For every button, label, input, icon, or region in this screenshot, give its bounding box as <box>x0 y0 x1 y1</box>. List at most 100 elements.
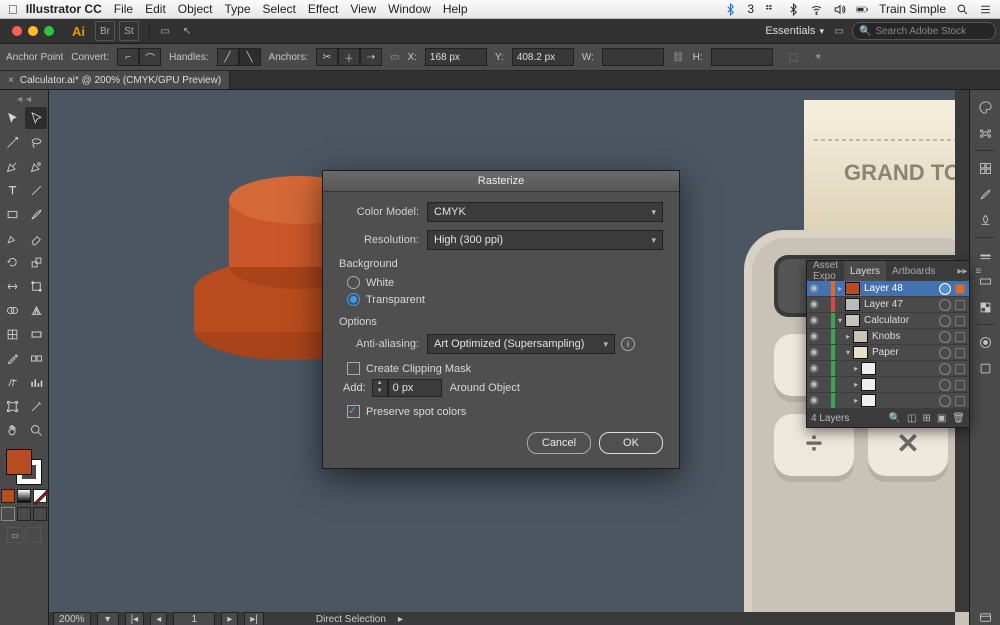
symbol-sprayer-tool[interactable] <box>1 371 23 393</box>
y-field[interactable]: 408.2 px <box>512 48 574 66</box>
target-icon[interactable] <box>939 395 951 407</box>
free-transform-tool[interactable] <box>25 275 47 297</box>
document-tab[interactable]: × Calculator.ai* @ 200% (CMYK/GPU Previe… <box>0 71 230 89</box>
layer-name[interactable]: Paper <box>872 347 935 358</box>
convert-smooth-button[interactable]: ⌒ <box>139 48 161 66</box>
zoom-dropdown-icon[interactable]: ▾ <box>97 612 119 625</box>
dropbox-icon[interactable] <box>764 3 777 16</box>
locate-object-icon[interactable]: 🔍 <box>889 413 901 424</box>
panel-swatches-icon[interactable] <box>976 159 994 177</box>
artboard-nav-prev-first[interactable]: |◂ <box>125 612 145 625</box>
layer-row[interactable]: ◉▾Paper <box>807 345 969 361</box>
apple-menu-icon[interactable]:  <box>8 2 18 17</box>
layer-row[interactable]: ◉▸ <box>807 377 969 393</box>
anchors-connect-button[interactable]: ⇢ <box>360 48 382 66</box>
selection-tool[interactable] <box>1 107 23 129</box>
visibility-toggle-icon[interactable]: ◉ <box>807 299 821 310</box>
rectangle-tool[interactable] <box>1 203 23 225</box>
artboard-nav-next-last[interactable]: ▸| <box>244 612 264 625</box>
preserve-spot-colors-checkbox[interactable]: Preserve spot colors <box>347 405 663 418</box>
color-mode-solid[interactable] <box>1 489 15 503</box>
draw-normal[interactable] <box>1 507 15 521</box>
zoom-level[interactable]: 200% <box>53 612 91 625</box>
stock-icon[interactable]: St <box>119 21 139 41</box>
bluetooth-status-icon[interactable] <box>787 3 800 16</box>
pen-tool[interactable] <box>1 155 23 177</box>
isolate-button[interactable]: ⬚ <box>789 52 798 63</box>
direct-selection-tool[interactable] <box>25 107 47 129</box>
target-icon[interactable] <box>939 331 951 343</box>
eyedropper-tool[interactable] <box>1 347 23 369</box>
visibility-toggle-icon[interactable]: ◉ <box>807 347 821 358</box>
layer-name[interactable]: Knobs <box>872 331 935 342</box>
screen-mode-button-2[interactable] <box>25 527 41 543</box>
tab-artboards[interactable]: Artboards <box>886 261 941 281</box>
target-icon[interactable] <box>939 347 951 359</box>
target-icon[interactable] <box>939 379 951 391</box>
mesh-tool[interactable] <box>1 323 23 345</box>
visibility-toggle-icon[interactable]: ◉ <box>807 363 821 374</box>
target-icon[interactable] <box>939 363 951 375</box>
menu-edit[interactable]: Edit <box>145 2 166 16</box>
hand-tool[interactable] <box>1 419 23 441</box>
tab-layers[interactable]: Layers <box>844 261 886 281</box>
wifi-icon[interactable] <box>810 3 823 16</box>
panel-graphic-styles-icon[interactable] <box>976 359 994 377</box>
new-layer-icon[interactable]: ▣ <box>937 413 946 424</box>
anchors-remove-button[interactable]: ✂ <box>316 48 338 66</box>
screen-mode-button[interactable]: ▭ <box>7 527 23 543</box>
tab-asset-export[interactable]: Asset Expo <box>807 261 844 281</box>
visibility-toggle-icon[interactable]: ◉ <box>807 283 821 294</box>
layer-name[interactable]: Layer 47 <box>864 299 935 310</box>
link-xy-icon[interactable]: ▭ <box>390 52 399 63</box>
artboard-tool[interactable] <box>1 395 23 417</box>
panel-color-icon[interactable] <box>976 98 994 116</box>
notification-center-icon[interactable] <box>979 3 992 16</box>
fill-stroke-swatches[interactable] <box>6 449 42 485</box>
lasso-tool[interactable] <box>25 131 47 153</box>
width-tool[interactable] <box>1 275 23 297</box>
ok-button[interactable]: OK <box>599 432 663 454</box>
x-field[interactable]: 168 px <box>425 48 487 66</box>
convert-corner-button[interactable]: ⌐ <box>117 48 139 66</box>
bridge-icon[interactable]: Br <box>95 21 115 41</box>
eraser-tool[interactable] <box>25 227 47 249</box>
arrange-documents-icon[interactable]: ▭ <box>156 22 174 40</box>
info-icon[interactable]: i <box>621 337 635 351</box>
align-button[interactable]: ✶ <box>814 52 822 63</box>
slice-tool[interactable] <box>25 395 47 417</box>
menu-select[interactable]: Select <box>263 2 296 16</box>
panel-menu-icon[interactable]: ≡ <box>971 261 985 281</box>
window-close-button[interactable] <box>12 26 22 36</box>
bluetooth-icon[interactable] <box>724 3 737 16</box>
tools-collapse-icon[interactable]: ◄◄ <box>0 94 48 104</box>
draw-behind[interactable] <box>17 507 31 521</box>
menubar-username[interactable]: Train Simple <box>879 2 946 16</box>
menu-type[interactable]: Type <box>224 2 250 16</box>
anchors-add-button[interactable]: ＋ <box>338 48 360 66</box>
layer-row[interactable]: ◉▸Layer 48 <box>807 281 969 297</box>
panel-brushes-icon[interactable] <box>976 185 994 203</box>
shaper-tool[interactable] <box>1 227 23 249</box>
workspace-switcher[interactable]: Essentials <box>765 25 824 37</box>
artboard-number[interactable]: 1 <box>173 612 215 625</box>
new-sublayer-icon[interactable]: ⊞ <box>922 413 930 424</box>
search-type-icon[interactable]: ▭ <box>830 22 848 40</box>
search-input[interactable]: 🔍 Search Adobe Stock <box>852 22 996 40</box>
anti-aliasing-select[interactable]: Art Optimized (Supersampling) <box>427 334 615 354</box>
spotlight-icon[interactable] <box>956 3 969 16</box>
app-menu[interactable]: Illustrator CC <box>26 2 102 16</box>
volume-icon[interactable] <box>833 3 846 16</box>
menu-file[interactable]: File <box>114 2 133 16</box>
make-clipping-mask-icon[interactable]: ◫ <box>907 413 916 424</box>
layer-row[interactable]: ◉▸ <box>807 393 969 409</box>
disclosure-icon[interactable]: ▾ <box>835 316 845 325</box>
menu-window[interactable]: Window <box>388 2 431 16</box>
h-field[interactable] <box>711 48 773 66</box>
panel-libraries-icon[interactable] <box>976 608 994 625</box>
layer-row[interactable]: ◉ Layer 47 <box>807 297 969 313</box>
shape-builder-tool[interactable] <box>1 299 23 321</box>
artboard-nav-prev[interactable]: ◂ <box>150 612 167 625</box>
color-model-select[interactable]: CMYK <box>427 202 663 222</box>
panel-symbols-icon[interactable] <box>976 211 994 229</box>
